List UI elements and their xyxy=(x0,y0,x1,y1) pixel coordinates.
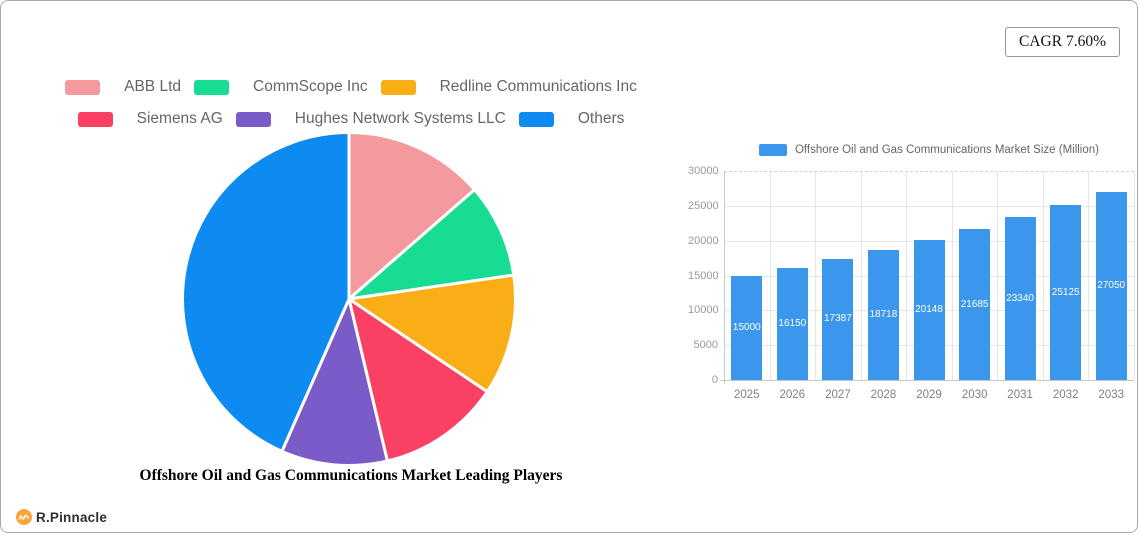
pie-chart xyxy=(181,131,517,467)
gridline xyxy=(1042,171,1044,380)
report-card: CAGR 7.60% ABB Ltd CommScope Inc Redline C… xyxy=(0,0,1138,533)
bar-value-label: 15000 xyxy=(732,321,761,333)
legend-swatch xyxy=(518,111,554,127)
gridline xyxy=(951,171,953,380)
y-axis-line xyxy=(724,171,725,384)
bar-legend-label: Offshore Oil and Gas Communications Mark… xyxy=(794,144,1099,156)
y-axis-label: 5000 xyxy=(693,339,718,352)
legend-label: Others xyxy=(577,110,625,127)
bar-chart-legend-item[interactable]: Offshore Oil and Gas Communications Mark… xyxy=(724,143,1134,157)
x-axis-line xyxy=(720,380,1134,381)
x-axis-label: 2031 xyxy=(1007,389,1033,401)
bar-value-label: 20148 xyxy=(915,303,943,315)
x-axis-label: 2025 xyxy=(734,389,760,401)
bar-value-label: 25125 xyxy=(1051,286,1080,298)
bar-value-label: 21685 xyxy=(960,298,989,310)
y-axis-label: 15000 xyxy=(688,269,719,282)
legend-item-abb-ltd[interactable]: ABB Ltd xyxy=(65,78,181,96)
x-axis-label: 2032 xyxy=(1052,389,1079,401)
gridline xyxy=(724,171,1134,172)
brand-icon xyxy=(16,509,32,525)
legend-label: Siemens AG xyxy=(136,110,223,127)
bar-value-label: 23340 xyxy=(1006,292,1034,304)
legend-item-others[interactable]: Others xyxy=(518,110,625,128)
cagr-label: CAGR 7.60% xyxy=(1019,33,1106,50)
cagr-badge: CAGR 7.60% xyxy=(1005,27,1120,57)
pie-legend: ABB Ltd CommScope Inc Redline Communicatio… xyxy=(1,78,701,128)
legend-label: CommScope Inc xyxy=(253,78,368,95)
legend-item-redline-communications-inc[interactable]: Redline Communications Inc xyxy=(380,78,637,96)
y-axis-label: 30000 xyxy=(688,165,719,177)
legend-swatch xyxy=(380,79,416,95)
x-axis-label: 2030 xyxy=(961,389,988,401)
gridline xyxy=(815,171,817,380)
legend-label: Redline Communications Inc xyxy=(439,78,637,95)
y-axis-label: 10000 xyxy=(688,304,719,317)
legend-item-siemens-ag[interactable]: Siemens AG xyxy=(77,110,223,128)
y-axis-label: 0 xyxy=(711,374,718,386)
x-axis-label: 2026 xyxy=(779,389,806,401)
pie-chart-section: ABB Ltd CommScope Inc Redline Communicatio… xyxy=(1,1,701,532)
gridline xyxy=(860,171,862,380)
x-axis-label: 2033 xyxy=(1098,389,1124,401)
gridline xyxy=(1134,171,1135,380)
legend-label: ABB Ltd xyxy=(124,78,181,95)
gridline xyxy=(769,171,771,380)
legend-swatch xyxy=(65,79,101,95)
legend-swatch xyxy=(235,111,271,127)
y-axis-label: 20000 xyxy=(688,234,719,247)
gridline xyxy=(906,171,908,380)
legend-swatch xyxy=(194,79,229,95)
pie-chart-title: Offshore Oil and Gas Communications Mark… xyxy=(139,467,563,484)
legend-label: Hughes Network Systems LLC xyxy=(294,110,506,127)
y-axis-label: 25000 xyxy=(688,199,719,212)
x-axis-label: 2027 xyxy=(825,389,851,401)
pie-legend-row: ABB Ltd CommScope Inc Redline Communicatio… xyxy=(1,78,701,96)
bar-value-label: 18718 xyxy=(869,308,898,320)
brand-logo: R.Pinnacle xyxy=(16,509,107,525)
bar-legend-swatch xyxy=(758,144,787,156)
pie-legend-row: Siemens AG Hughes Network Systems LLC Othe… xyxy=(1,110,701,128)
legend-item-commscope-inc[interactable]: CommScope Inc xyxy=(194,78,368,96)
legend-swatch xyxy=(77,111,113,127)
bar-value-label: 27050 xyxy=(1097,279,1126,291)
bar-value-label: 17387 xyxy=(823,313,852,325)
legend-item-hughes-network-systems-llc[interactable]: Hughes Network Systems LLC xyxy=(235,110,506,128)
gridline xyxy=(997,171,999,380)
brand-name: R.Pinnacle xyxy=(36,509,108,525)
gridline xyxy=(1088,171,1090,380)
x-axis-label: 2028 xyxy=(870,389,897,401)
bar-value-label: 16150 xyxy=(778,317,807,329)
bar-chart: Offshore Oil and Gas Communications Mark… xyxy=(688,141,1137,421)
x-axis-label: 2029 xyxy=(916,389,942,401)
